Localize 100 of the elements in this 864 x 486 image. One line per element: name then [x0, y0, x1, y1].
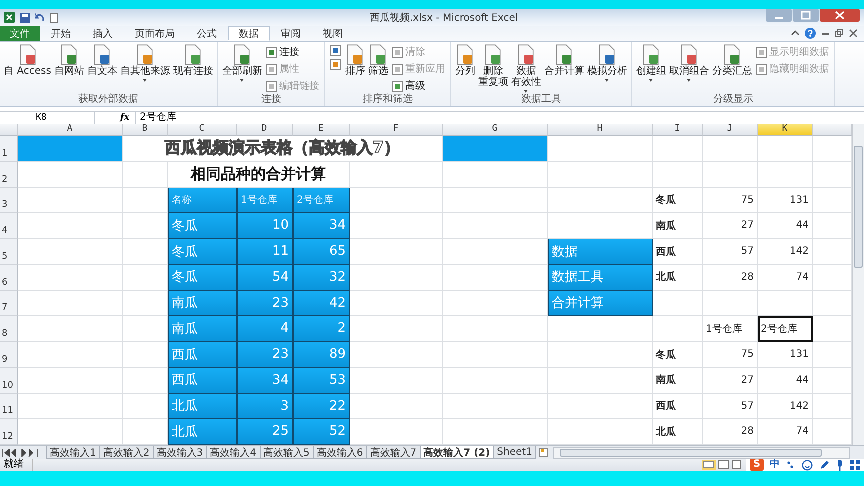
ribbon-button[interactable]: 删除 重复项	[477, 43, 510, 90]
row-header[interactable]: 11	[0, 394, 18, 420]
ribbon-tab[interactable]: 审阅	[270, 26, 312, 42]
microphone-icon[interactable]	[836, 460, 844, 471]
ribbon-button[interactable]: 全部刷新	[221, 43, 264, 84]
column-header[interactable]: E	[293, 124, 350, 136]
ribbon-tab[interactable]: 页面布局	[124, 26, 186, 42]
row-header[interactable]: 3	[0, 188, 18, 214]
ribbon-button[interactable]: 自 Access	[3, 43, 52, 78]
save-icon[interactable]	[20, 12, 30, 23]
table-cell: 28	[703, 264, 758, 291]
column-header[interactable]: I	[653, 124, 703, 136]
ribbon-button[interactable]: 模拟分析	[586, 43, 628, 84]
ribbon-tab[interactable]: 开始	[40, 26, 82, 42]
row-header[interactable]: 5	[0, 239, 18, 265]
ribbon-button[interactable]: 创建组	[635, 43, 668, 84]
ribbon-tab[interactable]: 文件	[0, 26, 40, 42]
pen-icon[interactable]	[819, 460, 830, 471]
ribbon-button[interactable]: 数据 有效性	[510, 43, 542, 94]
column-header[interactable]: F	[350, 124, 443, 136]
caret-icon	[143, 79, 148, 82]
table-cell: 131	[758, 342, 813, 368]
function-label[interactable]: fx	[95, 112, 135, 124]
ime-mode[interactable]: 中	[770, 459, 780, 472]
ribbon-tab[interactable]: 视图	[312, 26, 354, 42]
vertical-scrollbar[interactable]	[852, 124, 864, 446]
empty-cell	[653, 316, 703, 342]
row-header[interactable]: 7	[0, 290, 18, 316]
ribbon-tab[interactable]: 数据	[228, 26, 270, 42]
new-document-icon[interactable]	[50, 12, 58, 23]
row-header[interactable]: 2	[0, 162, 18, 188]
grid-icon[interactable]	[850, 460, 860, 470]
row-header[interactable]: 1	[0, 136, 18, 162]
column-header[interactable]: H	[548, 124, 653, 136]
ribbon-tab[interactable]: 公式	[186, 26, 228, 42]
ribbon-button[interactable]: 取消组合	[668, 43, 710, 84]
normal-view-icon[interactable]	[702, 460, 716, 470]
caret-icon	[605, 79, 610, 82]
excel-icon[interactable]	[4, 12, 15, 24]
row-header[interactable]: 10	[0, 368, 18, 394]
ribbon-button[interactable]: 自文本	[86, 43, 118, 78]
ribbon-button[interactable]: 自网站	[53, 43, 86, 78]
sheet-navigation-icon[interactable]	[2, 448, 40, 457]
ribbon-button[interactable]: 自其他来源	[119, 43, 172, 84]
punctuation-icon[interactable]	[786, 460, 796, 470]
page-layout-icon[interactable]	[718, 460, 730, 470]
column-header[interactable]: J	[703, 124, 758, 136]
close-button[interactable]	[820, 9, 860, 22]
table-cell: 冬瓜	[653, 342, 703, 368]
ribbon-button[interactable]: 合并计算	[543, 43, 586, 78]
sheet-tab[interactable]: 高效输入1	[46, 446, 100, 460]
ribbon-button[interactable]: 分列	[454, 43, 476, 78]
column-header[interactable]: K	[758, 124, 813, 136]
row-header[interactable]: 6	[0, 264, 18, 291]
column-header[interactable]: B	[123, 124, 168, 136]
column-header[interactable]: G	[443, 124, 548, 136]
row-header[interactable]: 4	[0, 213, 18, 240]
table-cell: 89	[293, 342, 350, 368]
sheet-tab[interactable]: 高效输入7 (2)	[420, 446, 494, 460]
document-icon	[517, 44, 536, 66]
sheet-tab[interactable]: 高效输入2	[99, 446, 154, 460]
ribbon-button[interactable]	[328, 44, 344, 58]
ribbon-button[interactable]: 筛选	[367, 43, 390, 78]
ime-logo[interactable]: S	[750, 459, 764, 472]
ribbon-tab[interactable]: 插入	[82, 26, 124, 42]
smiley-icon[interactable]	[802, 460, 813, 471]
sheet-tab[interactable]: Sheet1	[493, 446, 536, 460]
ribbon-button[interactable]: 高级	[390, 78, 448, 94]
square-icon	[392, 80, 404, 92]
restore-icon[interactable]	[835, 29, 844, 38]
ribbon-button[interactable]: 分类汇总	[711, 43, 754, 78]
horizontal-scrollbar[interactable]	[553, 446, 850, 459]
ribbon-button[interactable]	[328, 58, 344, 72]
column-header[interactable]: C	[168, 124, 237, 136]
sheet-tab[interactable]: 高效输入5	[260, 446, 314, 460]
table-cell: 南瓜	[168, 316, 237, 342]
document-icon	[484, 44, 502, 66]
close-icon[interactable]	[849, 29, 858, 38]
column-header[interactable]: D	[237, 124, 293, 136]
help-icon[interactable]	[805, 28, 816, 40]
ribbon-button[interactable]: 现有连接	[172, 43, 214, 78]
ribbon-button[interactable]: 连接	[264, 44, 322, 60]
sheet-tab[interactable]: 高效输入3	[152, 446, 208, 460]
row-header[interactable]: 9	[0, 342, 18, 368]
group-label: 分级显示	[712, 94, 754, 106]
undo-icon[interactable]	[35, 12, 45, 23]
row-header[interactable]: 8	[0, 316, 18, 342]
square-icon	[756, 46, 768, 58]
ribbon-button[interactable]: 排序	[344, 43, 366, 78]
sheet-tab[interactable]: 高效输入7	[366, 446, 421, 460]
table-cell: 42	[293, 290, 350, 316]
new-sheet-icon[interactable]	[539, 448, 550, 458]
sheet-tab[interactable]: 高效输入6	[312, 446, 368, 460]
sheet-tab[interactable]: 高效输入4	[206, 446, 260, 460]
table-cell: 23	[237, 290, 293, 316]
table-cell: 西瓜	[168, 342, 237, 368]
page-break-icon[interactable]	[732, 460, 742, 470]
table-cell: 34	[293, 213, 350, 240]
row-header[interactable]: 12	[0, 419, 18, 446]
column-header[interactable]: A	[18, 124, 123, 136]
